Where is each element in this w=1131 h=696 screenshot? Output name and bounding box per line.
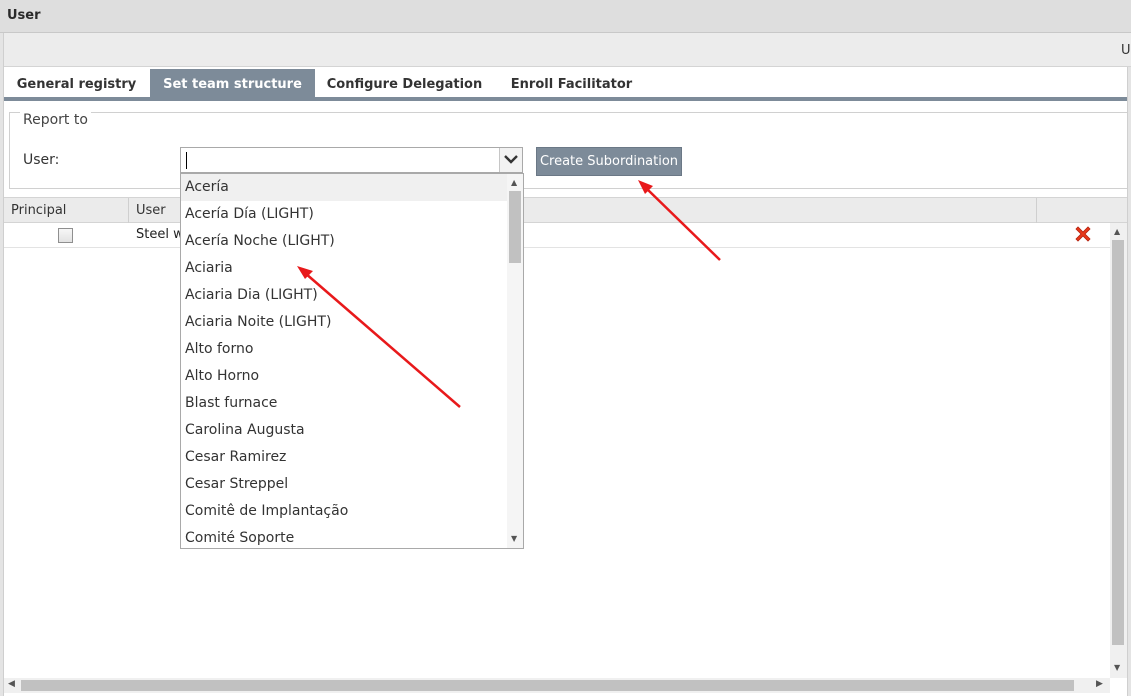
annotation-arrows (297, 180, 721, 408)
dropdown-option[interactable]: Acería Día (LIGHT) (181, 201, 507, 228)
user-combobox[interactable] (180, 147, 523, 173)
scroll-up-arrow-icon[interactable]: ▲ (1114, 227, 1120, 236)
scroll-down-arrow-icon[interactable]: ▼ (511, 534, 517, 543)
column-separator (1036, 198, 1037, 223)
text-caret (186, 152, 187, 169)
row-user-cell: Steel w (136, 227, 184, 242)
dropdown-option[interactable]: Aciaria Dia (LIGHT) (181, 282, 507, 309)
dropdown-option[interactable]: Acería (181, 174, 507, 201)
delete-x-icon[interactable] (1073, 224, 1093, 244)
scroll-up-arrow-icon[interactable]: ▲ (511, 178, 517, 187)
toolbar-strip: U (0, 33, 1131, 67)
user-dropdown-list[interactable]: Acería Acería Día (LIGHT) Acería Noche (… (180, 173, 524, 549)
principal-checkbox[interactable] (58, 228, 73, 243)
tab-enroll-facilitator[interactable]: Enroll Facilitator (499, 69, 644, 98)
dropdown-scrollbar[interactable]: ▲ ▼ (507, 174, 523, 548)
scrollbar-thumb[interactable] (21, 680, 1074, 691)
tab-configure-delegation[interactable]: Configure Delegation (317, 69, 492, 98)
scrollbar-thumb[interactable] (509, 191, 521, 263)
grid-header: Principal User (4, 197, 1127, 223)
scrollbar-thumb[interactable] (1112, 240, 1124, 645)
tab-underline (4, 97, 1127, 101)
dropdown-option[interactable]: Carolina Augusta (181, 417, 507, 444)
window-title: User (7, 8, 41, 23)
user-input[interactable] (189, 151, 489, 169)
chevron-down-icon (504, 155, 518, 164)
dropdown-option[interactable]: Alto Horno (181, 363, 507, 390)
dropdown-option[interactable]: Comitê de Implantação (181, 498, 507, 525)
scroll-left-arrow-icon[interactable]: ◀ (8, 679, 15, 689)
column-header-user[interactable]: User (136, 203, 166, 218)
tab-bar: General registry Set team structure Conf… (4, 69, 1127, 98)
table-row[interactable]: Steel w (4, 223, 1111, 248)
scroll-right-arrow-icon[interactable]: ▶ (1096, 679, 1103, 689)
combobox-dropdown-button[interactable] (499, 148, 522, 172)
dropdown-option[interactable]: Acería Noche (LIGHT) (181, 228, 507, 255)
dropdown-option[interactable]: Alto forno (181, 336, 507, 363)
report-to-legend: Report to (20, 112, 91, 128)
window-titlebar: User (0, 0, 1131, 33)
column-separator (128, 198, 129, 223)
dropdown-option[interactable]: Aciaria (181, 255, 507, 282)
column-header-principal[interactable]: Principal (11, 203, 66, 218)
dropdown-option[interactable]: Comité Soporte (181, 525, 507, 548)
dropdown-option[interactable]: Cesar Ramirez (181, 444, 507, 471)
user-field-label: User: (23, 152, 60, 168)
create-subordination-button[interactable]: Create Subordination (536, 147, 682, 176)
dropdown-option[interactable]: Cesar Streppel (181, 471, 507, 498)
toolbar-cut-text: U (1121, 43, 1131, 58)
tab-set-team-structure[interactable]: Set team structure (150, 69, 315, 98)
window-frame-right (1127, 67, 1131, 696)
tab-general-registry[interactable]: General registry (4, 69, 149, 98)
grid-vertical-scrollbar[interactable]: ▲ ▼ (1110, 223, 1127, 678)
window-frame-left (0, 33, 4, 696)
dropdown-option[interactable]: Aciaria Noite (LIGHT) (181, 309, 507, 336)
scroll-down-arrow-icon[interactable]: ▼ (1114, 663, 1120, 672)
grid-horizontal-scrollbar[interactable]: ◀ ▶ (4, 678, 1110, 693)
dropdown-option[interactable]: Blast furnace (181, 390, 507, 417)
